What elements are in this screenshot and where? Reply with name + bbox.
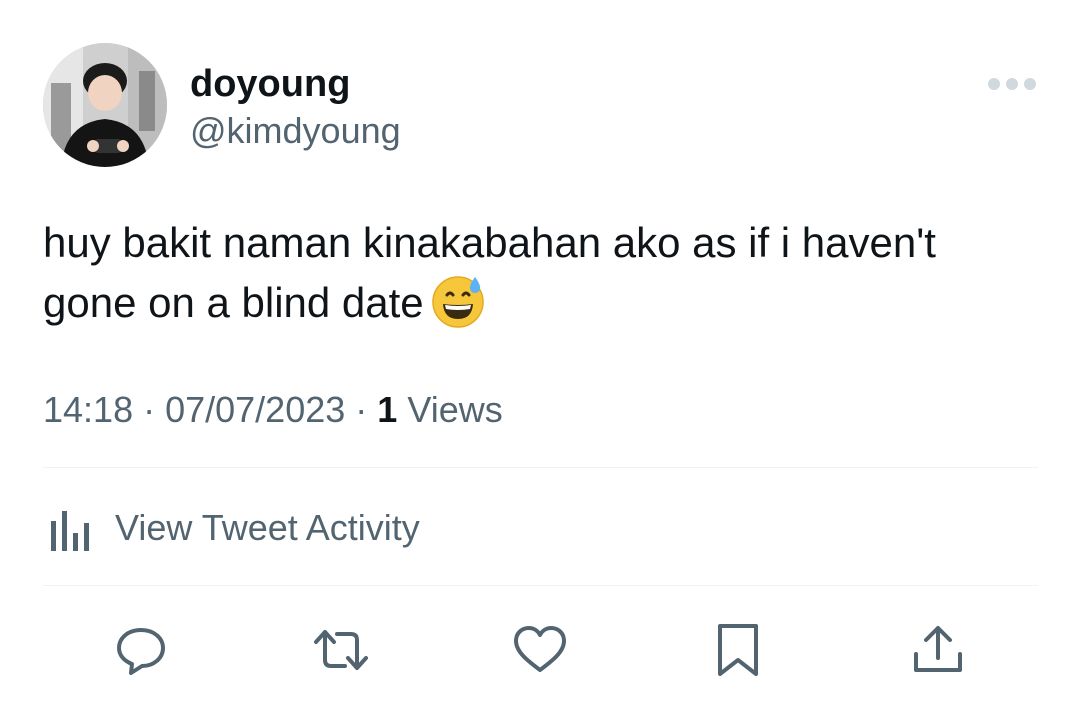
like-button[interactable] [510,620,570,680]
views-label: Views [407,389,503,430]
display-name[interactable]: doyoung [190,62,350,106]
tweet-time[interactable]: 14:18 [43,389,133,430]
tweet-text-content: huy bakit naman kinakabahan ako as if i … [43,219,936,326]
meta-separator: · [345,389,378,430]
grinning-face-with-sweat-icon [430,273,486,329]
tweet-date[interactable]: 07/07/2023 [165,389,345,430]
divider [43,467,1038,468]
tweet-text: huy bakit naman kinakabahan ako as if i … [43,213,943,333]
divider [43,585,1038,586]
more-options-button[interactable] [980,66,1046,102]
bookmark-button[interactable] [708,620,768,680]
bar-chart-icon [51,511,89,551]
meta-separator: · [133,389,166,430]
avatar[interactable] [43,43,167,167]
heart-icon [514,626,566,672]
bookmark-icon [718,624,758,676]
view-tweet-activity-label: View Tweet Activity [115,507,420,548]
more-dots-icon [988,78,1036,90]
views-count: 1 [377,389,398,430]
user-handle[interactable]: @kimdyoung [190,110,401,152]
reply-button[interactable] [111,620,171,680]
share-button[interactable] [908,620,968,680]
profile-photo-icon [43,43,167,167]
share-icon [914,626,962,672]
tweet-meta: 14:18 · 07/07/2023 · 1 Views [43,388,503,432]
reply-icon [117,628,165,675]
view-tweet-activity-button[interactable]: View Tweet Activity [43,500,420,556]
retweet-button[interactable] [311,620,371,680]
retweet-icon [314,630,368,670]
